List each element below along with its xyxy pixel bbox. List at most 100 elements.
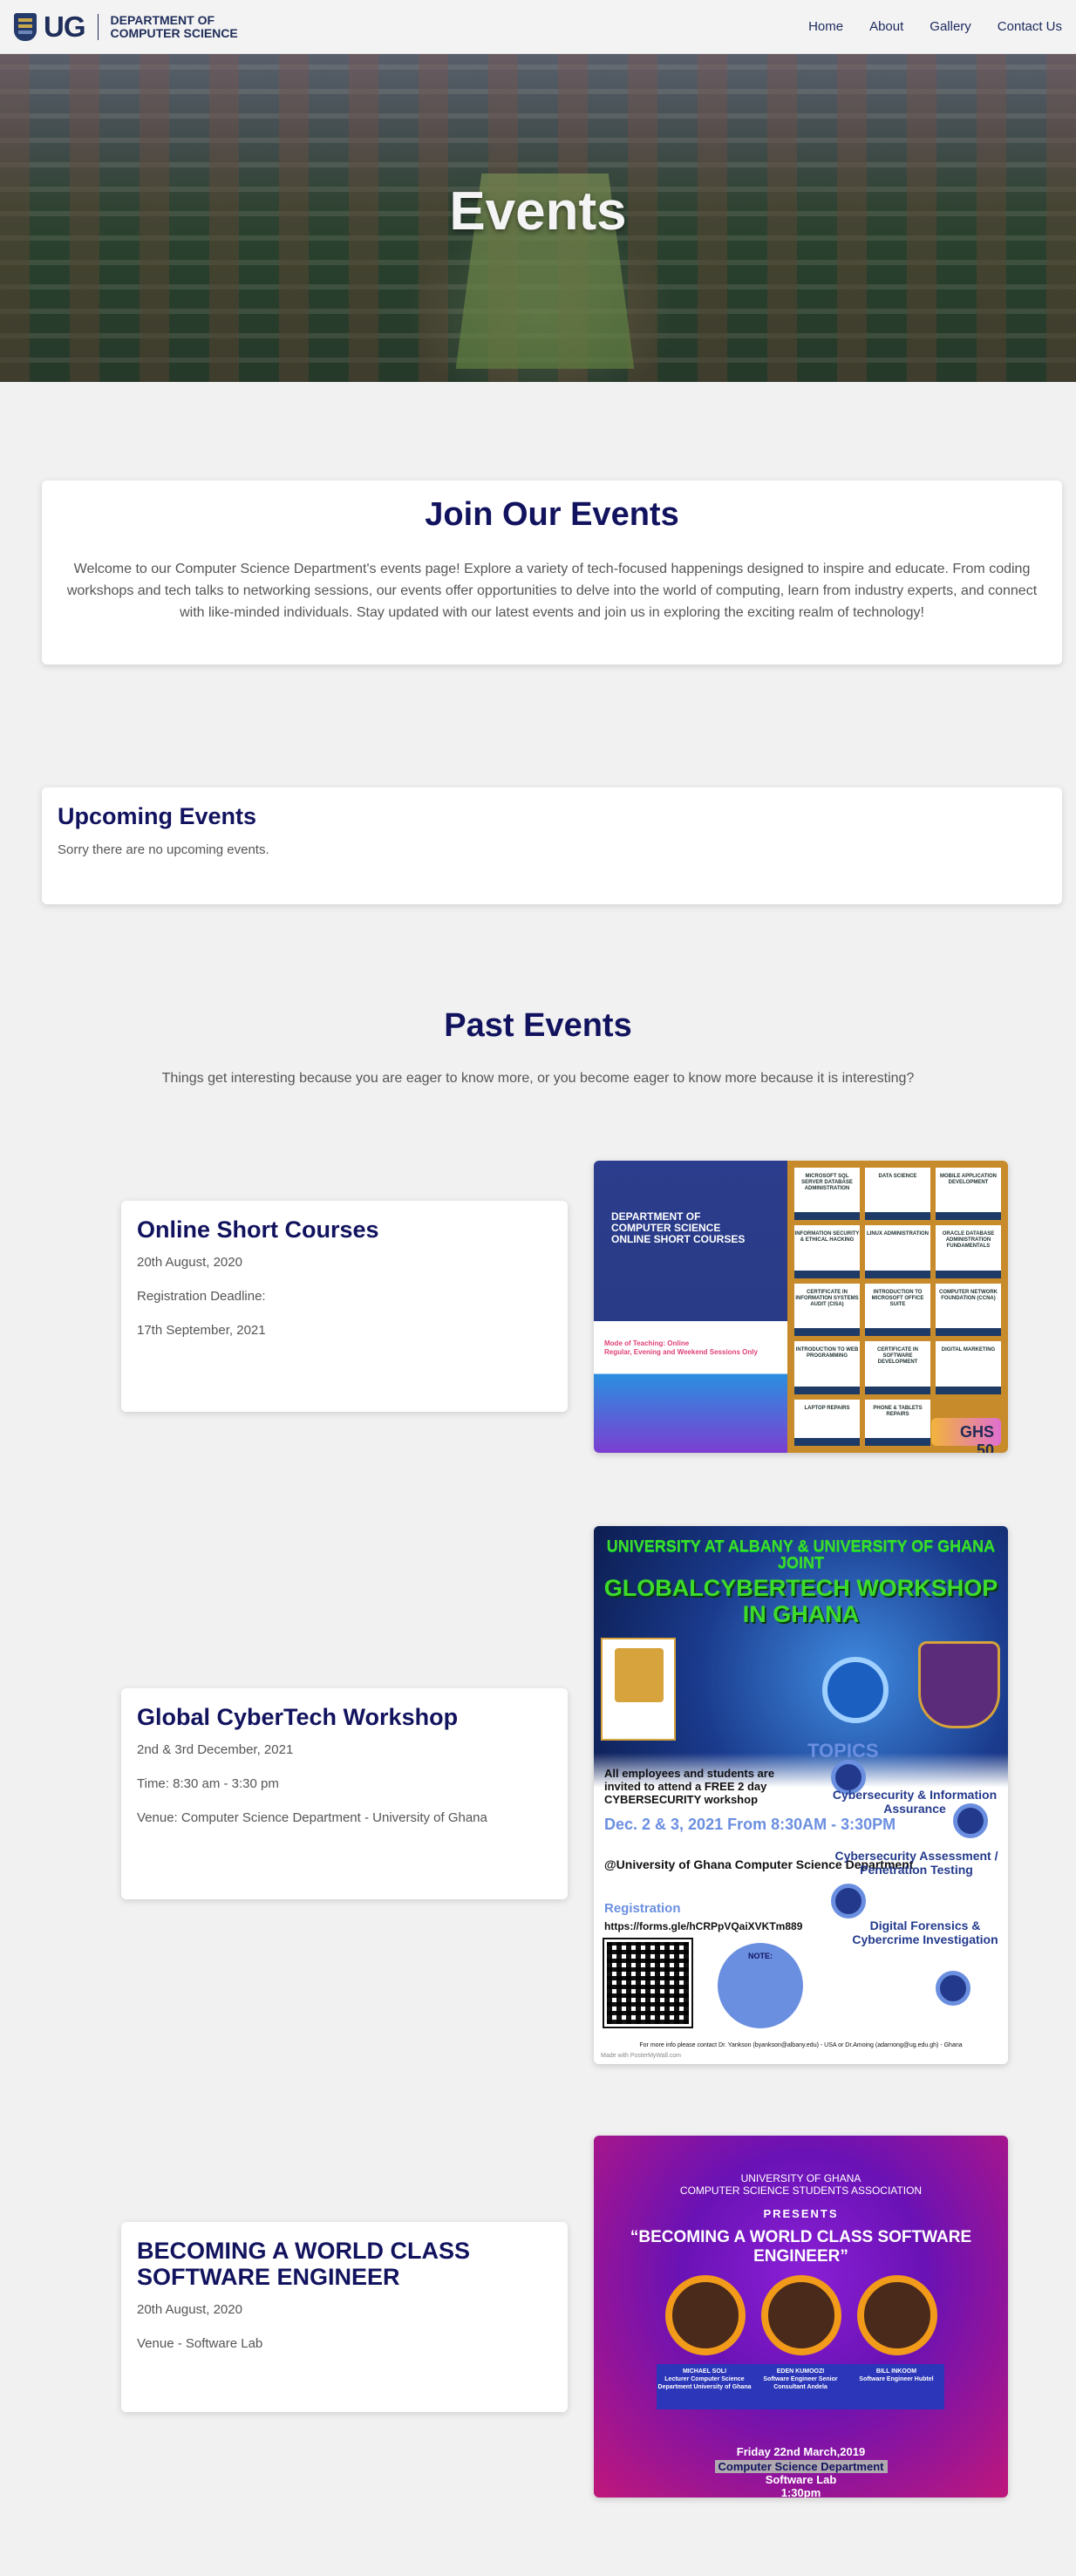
speaker-role: Software Engineer Senior Consultant Ande… (763, 2376, 838, 2390)
poster-engineer-presents: PRESENTS (763, 2207, 839, 2220)
speaker-card: BILL INKOOM Software Engineer Hubtel (848, 2364, 944, 2409)
speaker-role: Software Engineer Hubtel (859, 2376, 934, 2382)
poster-engineer-date: Friday 22nd March,2019 (736, 2445, 866, 2458)
course-cell: ORACLE DATABASE ADMINISTRATION FUNDAMENT… (936, 1225, 1001, 1278)
nav-link-about[interactable]: About (869, 19, 903, 34)
poster-engineer-title: “BECOMING A WORLD CLASS SOFTWARE ENGINEE… (630, 2228, 972, 2266)
topic-node-icon (936, 1971, 970, 2006)
course-cell: CERTIFICATE IN INFORMATION SYSTEMS AUDIT… (794, 1283, 860, 1337)
course-cell: PHONE & TABLETS REPAIRS (865, 1399, 930, 1446)
speaker-photo (857, 2275, 937, 2355)
course-cell: DIGITAL MARKETING (936, 1341, 1001, 1394)
poster-engineer-org: UNIVERSITY OF GHANA COMPUTER SCIENCE STU… (594, 2172, 1008, 2197)
poster-engineer-room: Software Lab (765, 2473, 837, 2486)
padlock-icon (822, 1657, 889, 1723)
poster-cyber-url: https://forms.gle/hCRPpVQaiXVKTm889 (604, 1920, 803, 1932)
poster-cyber-credit: Made with PosterMyWall.com (601, 2053, 681, 2059)
poster-left-panel: DEPARTMENT OF COMPUTER SCIENCE ONLINE SH… (594, 1161, 787, 1453)
poster-price-badge: GHS 50 (931, 1418, 1001, 1453)
brand-dept: DEPARTMENT OF COMPUTER SCIENCE (110, 12, 238, 40)
speaker-name: EDEN KUMOOZI (776, 2368, 825, 2375)
poster-world-class-engineer[interactable]: UNIVERSITY OF GHANA COMPUTER SCIENCE STU… (594, 2136, 1008, 2498)
poster-mode: Mode of Teaching: Online Regular, Evenin… (604, 1339, 758, 1357)
hero-banner: Events (0, 54, 1076, 382)
poster-engineer-time: 1:30pm (780, 2486, 821, 2498)
poster-cyber-note: NOTE: (718, 1943, 803, 2028)
course-cell: MICROSOFT SQL SERVER DATABASE ADMINISTRA… (794, 1168, 860, 1221)
poster-topics-label: TOPICS (807, 1740, 879, 1762)
speaker-name: MICHAEL SOLI (682, 2368, 727, 2375)
poster-cyber-intro: All employees and students are invited t… (604, 1767, 775, 1806)
event-detail: Venue: Computer Science Department - Uni… (137, 1810, 487, 1825)
course-cell: LAPTOP REPAIRS (794, 1399, 860, 1446)
poster-global-cybertech[interactable]: UNIVERSITY AT ALBANY & UNIVERSITY OF GHA… (594, 1526, 1008, 2064)
upcoming-events-title: Upcoming Events (58, 803, 257, 829)
brand-divider (97, 13, 99, 40)
poster-engineer-assoc: COMPUTER SCIENCE STUDENTS ASSOCIATION (679, 2184, 923, 2197)
past-events-title: Past Events (444, 1007, 632, 1044)
upcoming-events-text: Sorry there are no upcoming events. (58, 842, 269, 857)
course-cell: COMPUTER NETWORK FOUNDATION (CCNA) (936, 1283, 1001, 1337)
event-title: Global CyberTech Workshop (137, 1704, 459, 1730)
poster-cyber-date: Dec. 2 & 3, 2021 From 8:30AM - 3:30PM (604, 1816, 896, 1833)
poster-sessions-line: Regular, Evening and Weekend Sessions On… (604, 1348, 758, 1356)
poster-course-grid: MICROSOFT SQL SERVER DATABASE ADMINISTRA… (787, 1161, 1008, 1453)
speaker-photo (665, 2275, 746, 2355)
poster-mode-line: Mode of Teaching: Online (604, 1339, 690, 1347)
poster-engineer-venue-text: Computer Science Department (714, 2460, 888, 2473)
hero-title: Events (449, 181, 627, 242)
poster-course-title: DEPARTMENT OF COMPUTER SCIENCE ONLINE SH… (611, 1210, 746, 1245)
event-card-world-class-engineer[interactable]: BECOMING A WORLD CLASS SOFTWARE ENGINEER… (121, 2222, 568, 2412)
brand-dept-line1: DEPARTMENT OF (110, 12, 215, 27)
event-detail: Venue - Software Lab (137, 2336, 263, 2351)
speaker-photo (761, 2275, 841, 2355)
join-events-card: Join Our Events Welcome to our Computer … (42, 480, 1062, 664)
event-card-global-cybertech[interactable]: Global CyberTech Workshop 2nd & 3rd Dece… (121, 1688, 568, 1899)
speaker-role: Lecturer Computer Science Department Uni… (657, 2376, 752, 2390)
university-at-albany-logo (601, 1638, 676, 1741)
join-events-text: Welcome to our Computer Science Departme… (66, 562, 1038, 620)
event-date: 20th August, 2020 (137, 2302, 242, 2317)
poster-topic-3: Digital Forensics & Cybercrime Investiga… (852, 1918, 998, 1946)
nav-link-contact[interactable]: Contact Us (998, 19, 1062, 34)
brand-logo[interactable]: UG DEPARTMENT OF COMPUTER SCIENCE (14, 10, 238, 44)
qr-code-icon (603, 1938, 693, 2028)
join-events-title: Join Our Events (425, 496, 679, 533)
topic-node-icon (831, 1884, 866, 1918)
poster-engineer-venue: Computer Science Department Software Lab… (594, 2460, 1008, 2498)
event-detail: Registration Deadline: (137, 1289, 266, 1304)
speaker-card: EDEN KUMOOZI Software Engineer Senior Co… (753, 2364, 848, 2409)
course-cell: INTRODUCTION TO MICROSOFT OFFICE SUITE (865, 1283, 930, 1337)
nav-link-gallery[interactable]: Gallery (930, 19, 971, 34)
poster-topic-2: Cybersecurity Assessment / Penetration T… (834, 1849, 998, 1877)
course-cell: MOBILE APPLICATION DEVELOPMENT (936, 1168, 1001, 1221)
ug-crest-icon (14, 12, 37, 41)
course-cell: INFORMATION SECURITY & ETHICAL HACKING (794, 1225, 860, 1278)
course-cell: LINUX ADMINISTRATION (865, 1225, 930, 1278)
nav-link-home[interactable]: Home (808, 19, 843, 34)
event-title: BECOMING A WORLD CLASS SOFTWARE ENGINEER (137, 2238, 470, 2290)
course-cell: DATA SCIENCE (865, 1168, 930, 1221)
past-events-subtitle: Things get interesting because you are e… (161, 1071, 915, 1086)
upcoming-events-card: Upcoming Events Sorry there are no upcom… (42, 787, 1062, 904)
event-detail: 17th September, 2021 (137, 1323, 266, 1338)
event-detail: Time: 8:30 am - 3:30 pm (137, 1776, 279, 1791)
main-menu: Home About Gallery Contact Us (808, 19, 1062, 34)
course-cell: INTRODUCTION TO WEB PROGRAMMING (794, 1341, 860, 1394)
poster-engineer-uni: UNIVERSITY OF GHANA (740, 2172, 861, 2184)
brand-ug-text: UG (44, 10, 85, 43)
event-date: 2nd & 3rd December, 2021 (137, 1742, 294, 1757)
poster-cyber-footer: For more info please contact Dr. Yankson… (639, 2042, 963, 2048)
event-card-online-short-courses[interactable]: Online Short Courses 20th August, 2020 R… (121, 1201, 568, 1412)
ug-crest-icon (918, 1641, 1000, 1728)
poster-cyber-registration: Registration (604, 1901, 681, 1916)
course-cell: CERTIFICATE IN SOFTWARE DEVELOPMENT (865, 1341, 930, 1394)
speaker-card: MICHAEL SOLI Lecturer Computer Science D… (657, 2364, 753, 2409)
event-date: 20th August, 2020 (137, 1255, 242, 1270)
speaker-name: BILL INKOOM (875, 2368, 917, 2375)
event-title: Online Short Courses (137, 1216, 379, 1243)
poster-cyber-title: GLOBALCYBERTECH WORKSHOP IN GHANA (603, 1575, 998, 1627)
brand-dept-line2: COMPUTER SCIENCE (110, 25, 238, 40)
top-navbar: UG DEPARTMENT OF COMPUTER SCIENCE Home A… (0, 0, 1076, 54)
poster-online-short-courses[interactable]: DEPARTMENT OF COMPUTER SCIENCE ONLINE SH… (594, 1161, 1008, 1453)
